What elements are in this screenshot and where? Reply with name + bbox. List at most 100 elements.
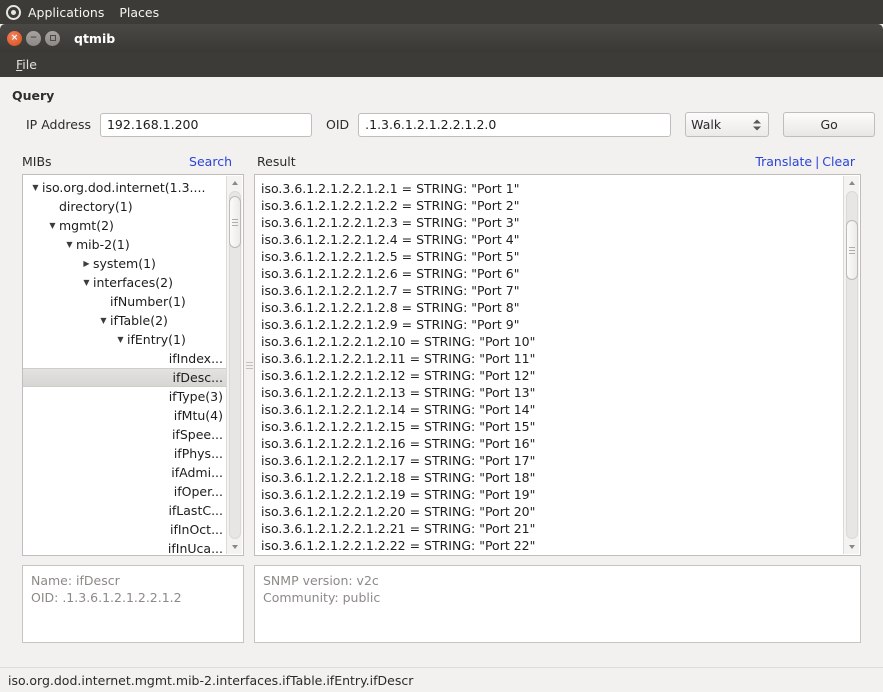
mib-tree-item[interactable]: ifOper... <box>23 482 226 501</box>
go-button[interactable]: Go <box>783 112 875 137</box>
result-line: iso.3.6.1.2.1.2.2.1.2.21 = STRING: "Port… <box>261 520 823 537</box>
window-titlebar[interactable]: × − qtmib <box>0 24 883 52</box>
mib-tree-scroll-thumb[interactable] <box>229 196 241 248</box>
mib-tree-item-label: iso.org.dod.internet(1.3.... <box>42 178 205 197</box>
query-mode-select[interactable]: Walk <box>685 112 769 137</box>
panes-header-row: MIBs Search Result Translate|Clear <box>0 137 883 174</box>
chevron-down-icon[interactable]: ▼ <box>63 235 76 254</box>
chevron-up-icon[interactable] <box>753 119 761 123</box>
result-line: iso.3.6.1.2.1.2.2.1.2.5 = STRING: "Port … <box>261 248 823 265</box>
mib-tree-item-label: ifNumber(1) <box>110 292 186 311</box>
result-line: iso.3.6.1.2.1.2.2.1.2.23 = STRING: "Port… <box>261 554 823 555</box>
result-scroll-thumb[interactable] <box>846 220 858 280</box>
mib-tree-item-label: ifDesc... <box>173 369 224 386</box>
mib-tree-item-label: ifLastC... <box>168 501 223 520</box>
result-scrollbar[interactable] <box>843 176 859 554</box>
close-icon[interactable]: × <box>7 31 22 46</box>
mib-tree-item[interactable]: ifInUca... <box>23 539 226 555</box>
mib-tree-item[interactable]: ifSpee... <box>23 425 226 444</box>
result-output[interactable]: iso.3.6.1.2.1.2.2.1.2.1 = STRING: "Port … <box>255 175 823 555</box>
chevron-down-icon[interactable] <box>753 126 761 130</box>
chevron-down-icon[interactable]: ▼ <box>46 216 59 235</box>
result-line: iso.3.6.1.2.1.2.2.1.2.17 = STRING: "Port… <box>261 452 823 469</box>
mib-tree-item[interactable]: ▼ifEntry(1) <box>23 330 226 349</box>
mib-tree-item-label: ifTable(2) <box>110 311 168 330</box>
mib-tree-item[interactable]: ▼mib-2(1) <box>23 235 226 254</box>
minimize-icon[interactable]: − <box>26 31 41 46</box>
menu-file-rest: ile <box>22 57 37 72</box>
mib-tree[interactable]: ▼iso.org.dod.internet(1.3....directory(1… <box>23 175 226 555</box>
oid-input[interactable] <box>358 113 671 137</box>
translate-link[interactable]: Translate <box>755 154 812 169</box>
query-mode-value: Walk <box>691 117 721 132</box>
mib-tree-item[interactable]: ifLastC... <box>23 501 226 520</box>
mib-tree-panel: ▼iso.org.dod.internet(1.3....directory(1… <box>22 174 244 556</box>
mib-tree-item[interactable]: ▼iso.org.dod.internet(1.3.... <box>23 178 226 197</box>
clear-link[interactable]: Clear <box>822 154 855 169</box>
chevron-down-icon[interactable]: ▼ <box>97 311 110 330</box>
result-line: iso.3.6.1.2.1.2.2.1.2.4 = STRING: "Port … <box>261 231 823 248</box>
application-window: × − qtmib File Query IP Address OID Walk… <box>0 24 883 692</box>
link-separator: | <box>815 154 819 169</box>
node-info-box: Name: ifDescr OID: .1.3.6.1.2.1.2.2.1.2 <box>22 565 244 643</box>
result-line: iso.3.6.1.2.1.2.2.1.2.7 = STRING: "Port … <box>261 282 823 299</box>
result-line: iso.3.6.1.2.1.2.2.1.2.18 = STRING: "Port… <box>261 469 823 486</box>
mib-tree-item[interactable]: ▼ifTable(2) <box>23 311 226 330</box>
spinner-arrows-icon[interactable] <box>753 119 761 130</box>
mib-tree-item[interactable]: ifNumber(1) <box>23 292 226 311</box>
search-link[interactable]: Search <box>189 154 232 169</box>
mib-tree-item[interactable]: ifAdmi... <box>23 463 226 482</box>
result-line: iso.3.6.1.2.1.2.2.1.2.16 = STRING: "Port… <box>261 435 823 452</box>
mib-tree-item[interactable]: directory(1) <box>23 197 226 216</box>
scroll-down-icon[interactable] <box>844 540 860 554</box>
mib-tree-item-label: ifEntry(1) <box>127 330 186 349</box>
mib-tree-item-label: ifIndex... <box>169 349 223 368</box>
main-panes: ▼iso.org.dod.internet(1.3....directory(1… <box>0 174 883 556</box>
mib-tree-item-label: ifInOct... <box>170 520 223 539</box>
chevron-right-icon[interactable]: ▶ <box>80 254 93 273</box>
result-panel: iso.3.6.1.2.1.2.2.1.2.1 = STRING: "Port … <box>254 174 861 556</box>
panel-menu-applications[interactable]: Applications <box>28 5 113 20</box>
panel-menu-places[interactable]: Places <box>119 5 168 20</box>
result-line: iso.3.6.1.2.1.2.2.1.2.15 = STRING: "Port… <box>261 418 823 435</box>
result-line: iso.3.6.1.2.1.2.2.1.2.3 = STRING: "Port … <box>261 214 823 231</box>
mib-tree-item[interactable]: ▼interfaces(2) <box>23 273 226 292</box>
chevron-down-icon[interactable]: ▼ <box>29 178 42 197</box>
scroll-up-icon[interactable] <box>227 176 243 190</box>
mibs-header: MIBs Search <box>0 154 252 169</box>
result-scroll-track[interactable] <box>846 191 858 539</box>
mib-tree-scrollbar[interactable] <box>226 176 242 554</box>
ubuntu-circle-icon[interactable] <box>6 5 21 20</box>
mib-tree-item[interactable]: ifDesc... <box>23 368 226 387</box>
scroll-up-icon[interactable] <box>844 176 860 190</box>
query-group-label: Query <box>0 77 883 103</box>
mib-tree-item-label: ifInUca... <box>168 539 223 555</box>
mib-tree-item-label: ifMtu(4) <box>174 406 223 425</box>
ip-address-input[interactable] <box>100 113 312 137</box>
mib-tree-item[interactable]: ifMtu(4) <box>23 406 226 425</box>
scroll-down-icon[interactable] <box>227 540 243 554</box>
mib-tree-item-label: interfaces(2) <box>93 273 173 292</box>
mib-tree-item[interactable]: ifType(3) <box>23 387 226 406</box>
mib-tree-item[interactable]: ifInOct... <box>23 520 226 539</box>
chevron-down-icon[interactable]: ▼ <box>114 330 127 349</box>
statusbar-path: iso.org.dod.internet.mgmt.mib-2.interfac… <box>8 673 413 688</box>
menu-file[interactable]: File <box>10 55 43 74</box>
snmp-version-text: SNMP version: v2c <box>263 572 852 589</box>
snmp-info-box: SNMP version: v2c Community: public <box>254 565 861 643</box>
mib-tree-item[interactable]: ifPhys... <box>23 444 226 463</box>
mib-tree-item-label: mgmt(2) <box>59 216 114 235</box>
mib-tree-item[interactable]: ▶system(1) <box>23 254 226 273</box>
pane-splitter[interactable] <box>244 174 254 556</box>
maximize-icon[interactable] <box>45 31 60 46</box>
node-oid-text: OID: .1.3.6.1.2.1.2.2.1.2 <box>31 589 235 606</box>
window-content: Query IP Address OID Walk Go MIBs Search <box>0 77 883 692</box>
mib-tree-item[interactable]: ifIndex... <box>23 349 226 368</box>
result-line: iso.3.6.1.2.1.2.2.1.2.8 = STRING: "Port … <box>261 299 823 316</box>
mib-tree-item[interactable]: ▼mgmt(2) <box>23 216 226 235</box>
mib-tree-scroll-track[interactable] <box>229 191 241 539</box>
result-line: iso.3.6.1.2.1.2.2.1.2.11 = STRING: "Port… <box>261 350 823 367</box>
chevron-down-icon[interactable]: ▼ <box>80 273 93 292</box>
result-line: iso.3.6.1.2.1.2.2.1.2.20 = STRING: "Port… <box>261 503 823 520</box>
mib-tree-item-label: system(1) <box>93 254 156 273</box>
